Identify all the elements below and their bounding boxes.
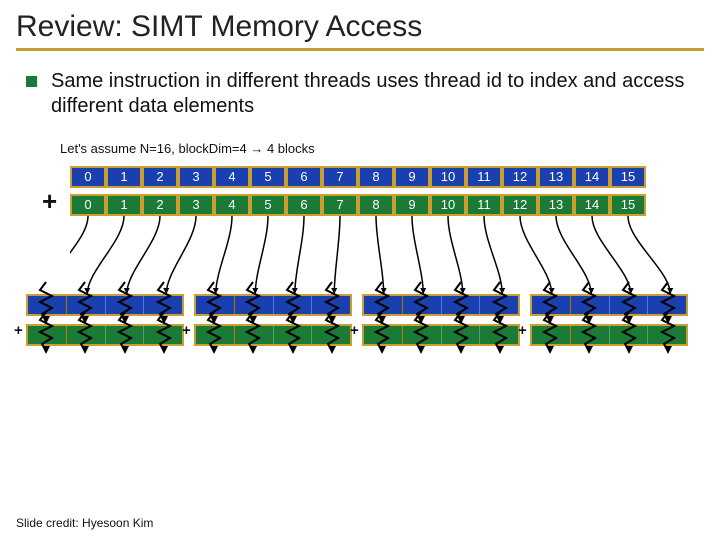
row-top: 0123456789101112131415: [70, 166, 710, 188]
cell: 7: [322, 194, 358, 216]
page-title: Review: SIMT Memory Access: [0, 0, 720, 48]
small-plus: +: [182, 322, 191, 339]
cell: 15: [610, 166, 646, 188]
cell: 10: [430, 166, 466, 188]
cell: 0: [70, 194, 106, 216]
cell: 2: [142, 194, 178, 216]
block-row-green: [194, 324, 352, 346]
cell: 11: [466, 194, 502, 216]
cell: 3: [178, 166, 214, 188]
cell: 5: [250, 166, 286, 188]
cell: 4: [214, 194, 250, 216]
cell: 6: [286, 166, 322, 188]
thread-block: +: [530, 294, 688, 346]
cell: 9: [394, 166, 430, 188]
index-rows: + 0123456789101112131415 012345678910111…: [70, 166, 710, 216]
block-row-blue: [26, 294, 184, 316]
cell: 13: [538, 166, 574, 188]
slide-credit: Slide credit: Hyesoon Kim: [16, 516, 153, 530]
cell: 9: [394, 194, 430, 216]
block-row-green: [530, 324, 688, 346]
assumption-text: Let's assume N=16, blockDim=4 → 4 blocks: [0, 119, 720, 166]
cell: 10: [430, 194, 466, 216]
cell: 8: [358, 194, 394, 216]
cell: 0: [70, 166, 106, 188]
thread-block: +: [26, 294, 184, 346]
block-row-green: [362, 324, 520, 346]
cell: 12: [502, 166, 538, 188]
blocks-area: ++++: [26, 294, 696, 346]
mapping-lines: [70, 216, 710, 294]
cell: 1: [106, 194, 142, 216]
cell: 11: [466, 166, 502, 188]
block-row-green: [26, 324, 184, 346]
cell: 14: [574, 194, 610, 216]
cell: 8: [358, 166, 394, 188]
cell: 4: [214, 166, 250, 188]
thread-block: +: [194, 294, 352, 346]
block-row-blue: [362, 294, 520, 316]
cell: 2: [142, 166, 178, 188]
small-plus: +: [518, 322, 527, 339]
thread-block: +: [362, 294, 520, 346]
small-plus: +: [14, 322, 23, 339]
bullet-text: Same instruction in different threads us…: [51, 69, 694, 119]
block-row-blue: [194, 294, 352, 316]
cell: 3: [178, 194, 214, 216]
cell: 12: [502, 194, 538, 216]
cell: 6: [286, 194, 322, 216]
row-bottom: 0123456789101112131415: [70, 194, 710, 216]
cell: 15: [610, 194, 646, 216]
title-divider: [16, 48, 704, 51]
bullet-icon: [26, 76, 37, 87]
cell: 13: [538, 194, 574, 216]
big-plus: +: [42, 186, 57, 217]
cell: 1: [106, 166, 142, 188]
cell: 5: [250, 194, 286, 216]
bullet-row: Same instruction in different threads us…: [0, 63, 720, 119]
block-row-blue: [530, 294, 688, 316]
cell: 7: [322, 166, 358, 188]
small-plus: +: [350, 322, 359, 339]
cell: 14: [574, 166, 610, 188]
